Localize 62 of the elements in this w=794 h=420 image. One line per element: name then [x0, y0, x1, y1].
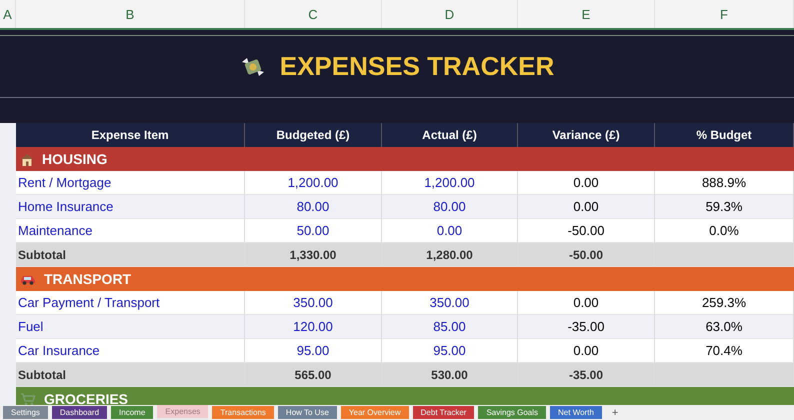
subtotal-cell: 565.00	[245, 363, 382, 387]
subtotal-cell: 1,280.00	[382, 243, 518, 267]
table-cell: 0.00	[518, 171, 655, 195]
table-cell: 1,200.00	[382, 171, 518, 195]
table-cell: 0.0%	[655, 219, 794, 243]
table-cell: 59.3%	[655, 195, 794, 219]
expense-item-cell: Rent / Mortgage	[16, 171, 245, 195]
category-name: HOUSING	[42, 151, 108, 167]
house-icon	[20, 152, 34, 166]
expense-item-cell: Car Payment / Transport	[16, 291, 245, 315]
expense-item-cell: Home Insurance	[16, 195, 245, 219]
sheet-tab[interactable]: Transactions	[212, 406, 274, 419]
subtotal-cell: -35.00	[518, 363, 655, 387]
table-cell: 120.00	[245, 315, 382, 339]
subtotal-cell: 530.00	[382, 363, 518, 387]
table-cell: 95.00	[382, 339, 518, 363]
sheet-tab[interactable]: Debt Tracker	[412, 406, 474, 419]
gutter-cell	[0, 123, 16, 147]
sheet-tab[interactable]: Year Overview	[340, 406, 409, 419]
table-cell: 0.00	[518, 195, 655, 219]
table-cell: 80.00	[245, 195, 382, 219]
table-cell: 350.00	[245, 291, 382, 315]
table-cell: 70.4%	[655, 339, 794, 363]
table-cell: 95.00	[245, 339, 382, 363]
table-cell: -50.00	[518, 219, 655, 243]
table-header-cell: Budgeted (£)	[245, 123, 382, 147]
sheet-title: EXPENSES TRACKER	[280, 51, 554, 82]
table-cell: 0.00	[518, 291, 655, 315]
car-icon	[20, 273, 36, 285]
table-cell: 85.00	[382, 315, 518, 339]
sheet-tab[interactable]: Income	[111, 406, 154, 419]
sheet-tab[interactable]: Settings	[3, 406, 48, 419]
category-name: TRANSPORT	[44, 271, 132, 287]
table-cell: 50.00	[245, 219, 382, 243]
table-header-cell: Variance (£)	[518, 123, 655, 147]
subtotal-cell: 1,330.00	[245, 243, 382, 267]
sheet-tab[interactable]: Savings Goals	[478, 406, 546, 419]
cart-icon	[20, 392, 36, 405]
table-cell: 350.00	[382, 291, 518, 315]
sheet-tab[interactable]: How To Use	[278, 406, 337, 419]
table-header-cell: Actual (£)	[382, 123, 518, 147]
sheet-tab[interactable]: Net Worth	[550, 406, 602, 419]
table-header-cell: % Budget	[655, 123, 794, 147]
table-cell: 63.0%	[655, 315, 794, 339]
subtotal-label-cell: Subtotal	[16, 243, 245, 267]
table-cell: 80.00	[382, 195, 518, 219]
subtotal-label-cell: Subtotal	[16, 363, 245, 387]
table-cell: 0.00	[382, 219, 518, 243]
expense-item-cell: Car Insurance	[16, 339, 245, 363]
table-cell: 1,200.00	[245, 171, 382, 195]
expense-item-cell: Fuel	[16, 315, 245, 339]
add-sheet-button[interactable]: +	[606, 406, 624, 418]
sheet-tab[interactable]: Dashboard	[52, 406, 108, 419]
table-cell: 259.3%	[655, 291, 794, 315]
table-cell: 0.00	[518, 339, 655, 363]
table-cell: 888.9%	[655, 171, 794, 195]
table-header-cell: Expense Item	[16, 123, 245, 147]
table-cell: -35.00	[518, 315, 655, 339]
category-name: GROCERIES	[44, 391, 128, 405]
expense-item-cell: Maintenance	[16, 219, 245, 243]
flying-money-icon	[240, 56, 266, 78]
subtotal-cell: -50.00	[518, 243, 655, 267]
